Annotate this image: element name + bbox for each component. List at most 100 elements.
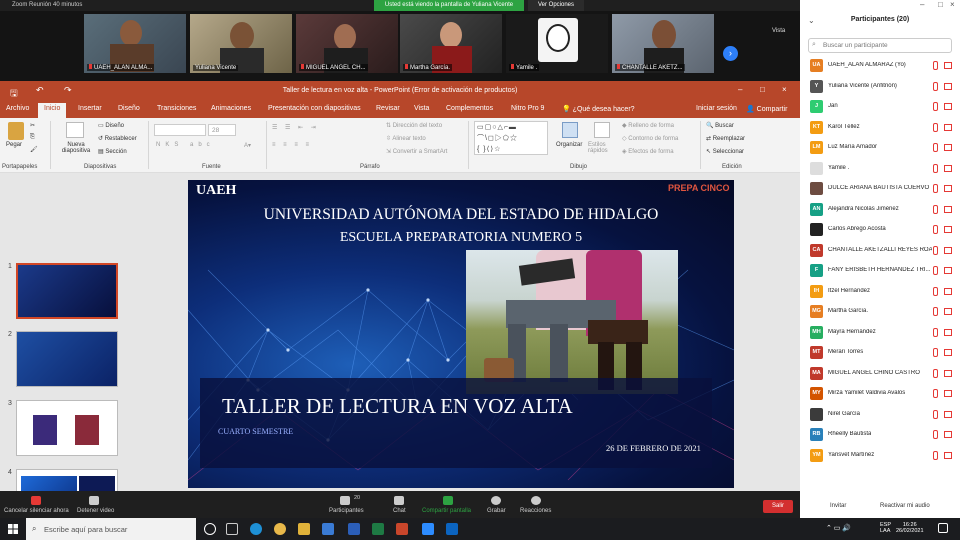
tab-vista[interactable]: Vista (414, 105, 429, 112)
close-icon[interactable]: × (782, 85, 787, 94)
share-button[interactable]: 👤 Compartir (746, 105, 787, 113)
participant-row[interactable]: CA CHANTALLE AKETZALLI REYES ROA (800, 241, 960, 261)
tab-inicio[interactable]: Inicio (38, 103, 67, 118)
task-view-icon[interactable] (226, 523, 238, 535)
maximize-icon[interactable]: □ (938, 0, 943, 9)
chat-button[interactable]: Chat (393, 508, 406, 514)
align-text-button[interactable]: ⇳ Alinear texto (386, 135, 426, 142)
font-size-input[interactable]: 28 (208, 124, 236, 136)
quick-styles-button[interactable]: Estilos rápidos (588, 142, 618, 154)
video-icon[interactable] (89, 496, 99, 505)
chrome-icon[interactable] (274, 523, 286, 535)
tab-complementos[interactable]: Complementos (446, 105, 493, 112)
participant-row[interactable]: Yamile . (800, 159, 960, 179)
minimize-icon[interactable]: – (920, 0, 924, 9)
maximize-icon[interactable]: □ (760, 85, 765, 94)
taskbar-search-input[interactable]: Escribe aquí para buscar (26, 518, 196, 540)
arrange-icon[interactable] (562, 122, 578, 138)
next-page-icon[interactable]: › (723, 46, 738, 61)
participant-search-input[interactable]: Buscar un participante (808, 38, 952, 53)
taskbar-clock[interactable]: 16:26 26/02/2021 (896, 522, 924, 534)
participant-row[interactable]: J Jan (800, 97, 960, 117)
participant-row[interactable]: MA MIGUEL ANGEL CHINO CASTRO (800, 364, 960, 384)
share-screen-icon[interactable] (443, 496, 453, 505)
zoom-icon[interactable] (422, 523, 434, 535)
chat-icon[interactable] (394, 496, 404, 505)
edge-icon[interactable] (250, 523, 262, 535)
cancel-mute-button[interactable]: Cancelar silenciar ahora (4, 508, 69, 514)
font-format-buttons[interactable]: NKS abc (156, 142, 215, 148)
participant-row[interactable]: MH Mayra Hernández (800, 323, 960, 343)
participant-row[interactable]: Nirel García (800, 405, 960, 425)
paste-icon[interactable] (8, 122, 24, 140)
leave-button[interactable]: Salir (763, 500, 793, 513)
shape-fill-button[interactable]: ◆ Relleno de forma (622, 122, 674, 129)
video-tile[interactable]: UAEH_ALAN ALMA... (84, 14, 186, 73)
list-buttons[interactable]: ☰ ☰ ⇤ ⇥ (272, 124, 319, 131)
participant-row[interactable]: AN Alejandra Nicolás Jiménez (800, 200, 960, 220)
video-tile[interactable]: Yamile . (506, 14, 608, 73)
unmute-button[interactable]: Reactivar mi audio (880, 503, 930, 509)
reactions-icon[interactable] (531, 496, 541, 505)
section-button[interactable]: ▤ Sección (98, 148, 127, 155)
participant-row[interactable]: MY Mirza Yamilet Valdivia Avalos (800, 384, 960, 404)
participant-row[interactable]: KT Karol Téllez (800, 118, 960, 138)
slide-date[interactable]: 26 DE FEBRERO DE 2021 (606, 443, 701, 453)
smartart-button[interactable]: ⇲ Convertir a SmartArt (386, 148, 447, 155)
participant-row[interactable]: MT Merari Torres (800, 343, 960, 363)
record-icon[interactable] (491, 496, 501, 505)
notification-icon[interactable] (938, 523, 948, 533)
participant-row[interactable]: LM Luz María Amador (800, 138, 960, 158)
video-tile[interactable]: MIGUEL ANGEL CH... (296, 14, 398, 73)
cortana-icon[interactable] (204, 523, 216, 535)
mic-muted-icon[interactable] (31, 496, 41, 505)
slide[interactable]: UAEH PREPA CINCO UNIVERSIDAD AUTÓNOMA DE… (188, 180, 734, 488)
video-tile[interactable]: CHANTALLE AKETZ... (612, 14, 714, 73)
close-icon[interactable]: × (950, 0, 955, 9)
video-tile[interactable]: Martha García. (400, 14, 502, 73)
participant-row[interactable]: UA UAEH_ALAN ALMARAZ (Yo) (800, 56, 960, 76)
tab-diseno[interactable]: Diseño (118, 105, 140, 112)
share-screen-button[interactable]: Compartir pantalla (422, 508, 471, 514)
reactions-button[interactable]: Reacciones (520, 508, 551, 514)
tell-me-search[interactable]: 💡 ¿Qué desea hacer? (562, 105, 635, 113)
invite-button[interactable]: Invitar (830, 503, 846, 509)
participant-row[interactable]: MG Martha García. (800, 302, 960, 322)
participant-row[interactable]: IH Itzel Hernández (800, 282, 960, 302)
paste-button[interactable]: Pegar (6, 142, 22, 148)
participant-row[interactable]: Y Yuliana Vicente (Anfitrión) (800, 77, 960, 97)
tab-revisar[interactable]: Revisar (376, 105, 400, 112)
participant-row[interactable]: Carlos Abrego Acosta (800, 220, 960, 240)
slide-thumbnail[interactable] (16, 263, 118, 319)
powerpoint-icon[interactable] (396, 523, 408, 535)
file-explorer-icon[interactable] (298, 523, 310, 535)
view-options-button[interactable]: Ver Opciones (528, 0, 584, 11)
replace-button[interactable]: ⇄ Reemplazar (706, 135, 745, 142)
tab-animaciones[interactable]: Animaciones (211, 105, 251, 112)
font-color-icon[interactable]: A▾ (244, 142, 251, 149)
new-slide-icon[interactable] (66, 122, 84, 138)
quick-styles-icon[interactable] (594, 122, 610, 138)
participant-row[interactable]: RB Rheelly Bautista (800, 425, 960, 445)
participants-icon[interactable] (340, 496, 350, 505)
language-indicator[interactable]: ESP LAA (880, 522, 891, 534)
slide-main-title[interactable]: TALLER DE LECTURA EN VOZ ALTA (222, 394, 573, 419)
participant-row[interactable]: YM Yarisvet Martínez (800, 446, 960, 466)
arrange-button[interactable]: Organizar (556, 142, 582, 148)
tab-archivo[interactable]: Archivo (6, 105, 29, 112)
tab-nitro[interactable]: Nitro Pro 9 (511, 105, 544, 112)
system-tray-icons[interactable]: ⌃ ▭ 🔊 (826, 524, 851, 532)
new-slide-button[interactable]: Nueva diapositiva (56, 142, 96, 154)
copy-icon[interactable]: ⎘ (30, 134, 35, 141)
reset-button[interactable]: ↺ Restablecer (98, 135, 137, 142)
video-tile[interactable]: Yuliana Vicente (190, 14, 292, 73)
shape-outline-button[interactable]: ◇ Contorno de forma (622, 135, 678, 142)
find-button[interactable]: 🔍 Buscar (706, 122, 734, 129)
participants-button[interactable]: Participantes (329, 508, 364, 514)
word-icon[interactable] (348, 523, 360, 535)
tab-presentacion[interactable]: Presentación con diapositivas (268, 105, 361, 112)
tab-insertar[interactable]: Insertar (78, 105, 102, 112)
align-buttons[interactable]: ≡ ≡ ≡ ≡ (272, 142, 312, 148)
format-painter-icon[interactable]: 🖌 (30, 146, 38, 153)
slide-thumbnail[interactable] (16, 331, 118, 387)
